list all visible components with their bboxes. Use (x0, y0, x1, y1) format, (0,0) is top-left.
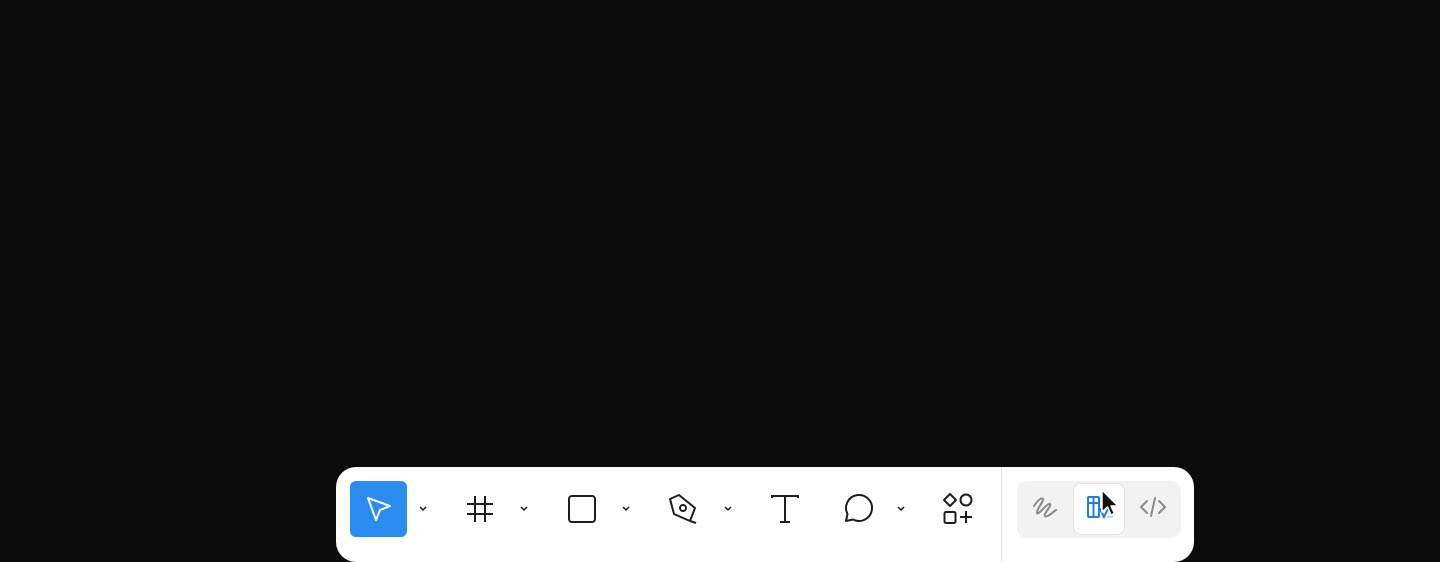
shapes-plus-icon (941, 492, 975, 526)
chevron-down-icon (896, 500, 906, 518)
text-tool-button[interactable] (757, 481, 813, 537)
pen-tool-menu-button[interactable] (721, 501, 735, 517)
dev-mode-button[interactable] (1128, 484, 1178, 534)
bottom-toolbar (336, 467, 1194, 562)
frame-tool-menu-button[interactable] (517, 501, 531, 517)
chevron-down-icon (418, 500, 428, 518)
shape-tool-button[interactable] (554, 481, 610, 537)
frame-tool-button[interactable] (452, 481, 508, 537)
pen-tool-button[interactable] (655, 481, 711, 537)
move-tool-button[interactable] (350, 481, 407, 537)
frame-hash-icon (464, 493, 496, 525)
design-mode-button[interactable] (1074, 484, 1124, 534)
draw-mode-button[interactable] (1020, 484, 1070, 534)
shape-tool-menu-button[interactable] (619, 501, 633, 517)
chevron-down-icon (519, 500, 529, 518)
move-pointer-icon (362, 492, 396, 526)
actions-tool-button[interactable] (930, 481, 986, 537)
move-tool-menu-button[interactable] (416, 501, 430, 517)
comment-tool-menu-button[interactable] (894, 501, 908, 517)
mode-switcher (1017, 481, 1181, 538)
design-mode-icon (1083, 491, 1115, 528)
chevron-down-icon (723, 500, 733, 518)
code-brackets-icon (1138, 492, 1168, 527)
text-t-icon (769, 493, 801, 525)
comment-tool-button[interactable] (830, 481, 886, 537)
rectangle-icon (566, 493, 598, 525)
toolbar-divider (1001, 467, 1002, 562)
pen-nib-icon (666, 492, 700, 526)
comment-bubble-icon (841, 492, 875, 526)
chevron-down-icon (621, 500, 631, 518)
scribble-icon (1030, 492, 1060, 527)
